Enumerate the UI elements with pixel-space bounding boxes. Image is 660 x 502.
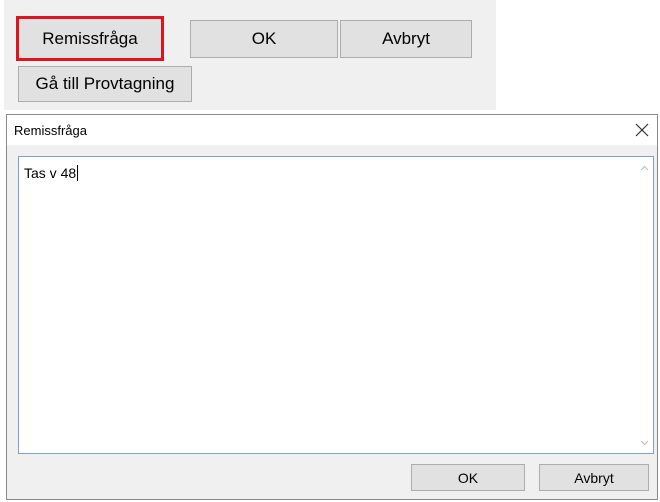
scroll-up-glyph	[640, 165, 649, 170]
dialog-titlebar[interactable]: Remissfråga	[7, 115, 657, 145]
close-icon-glyph	[635, 123, 649, 137]
close-icon[interactable]	[631, 119, 653, 141]
scroll-down-icon[interactable]	[636, 434, 653, 451]
ok-button[interactable]: OK	[411, 464, 525, 491]
text-caret	[77, 165, 79, 181]
dialog-title: Remissfråga	[14, 123, 87, 138]
avbryt-button-top[interactable]: Avbryt	[340, 20, 472, 58]
scroll-up-icon[interactable]	[636, 159, 653, 176]
top-button-panel: Remissfråga OK Avbryt Gå till Provtagnin…	[4, 0, 496, 110]
remissfraga-button[interactable]: Remissfråga	[16, 16, 164, 61]
scroll-down-glyph	[640, 440, 649, 445]
ga-till-provtagning-button[interactable]: Gå till Provtagning	[18, 66, 192, 102]
remissfraga-button-label: Remissfråga	[42, 28, 138, 48]
textarea-value-text: Tas v 48	[24, 165, 77, 181]
screenshot-root: Remissfråga OK Avbryt Gå till Provtagnin…	[0, 0, 660, 502]
ok-button-top[interactable]: OK	[190, 20, 338, 58]
remissfraga-dialog: Remissfråga Tas v 48 OK Avbryt	[6, 114, 658, 500]
vertical-scrollbar[interactable]	[636, 157, 653, 453]
avbryt-button[interactable]: Avbryt	[539, 464, 649, 491]
remissfraga-textarea[interactable]: Tas v 48	[18, 156, 654, 454]
textarea-value: Tas v 48	[24, 165, 79, 181]
